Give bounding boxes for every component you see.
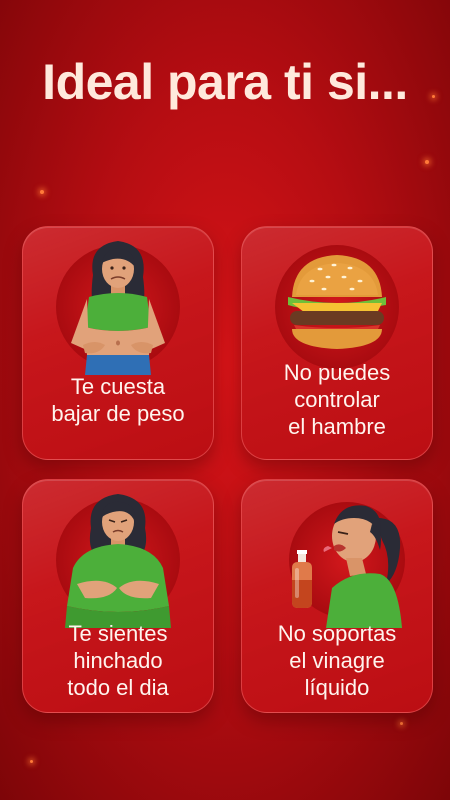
card-label-line: controlar xyxy=(294,387,380,412)
card-vinegar: No soportas el vinagre líquido xyxy=(241,479,433,713)
card-label-line: bajar de peso xyxy=(51,401,185,426)
card-label-line: el vinagre xyxy=(289,648,385,673)
woman-belly-icon xyxy=(56,241,180,375)
card-label: Te sientes hinchado todo el dia xyxy=(23,620,213,701)
card-label-line: No soportas xyxy=(277,621,397,646)
page-title: Ideal para ti si... xyxy=(0,52,450,112)
card-label: Te cuesta bajar de peso xyxy=(23,373,213,427)
vinegar-disgust-icon xyxy=(289,502,405,628)
spark xyxy=(30,760,33,763)
page-title-text: Ideal para ti si... xyxy=(42,54,408,110)
spark xyxy=(425,160,429,164)
spark xyxy=(400,722,403,725)
card-weight-loss: Te cuesta bajar de peso xyxy=(22,226,214,460)
card-label-line: hinchado xyxy=(73,648,163,673)
card-label: No puedes controlar el hambre xyxy=(242,359,432,440)
card-label-line: el hambre xyxy=(288,414,386,439)
spark xyxy=(40,190,44,194)
card-label: No soportas el vinagre líquido xyxy=(242,620,432,701)
card-hunger: No puedes controlar el hambre xyxy=(241,226,433,460)
card-label-line: Te cuesta xyxy=(70,374,166,399)
card-label-line: líquido xyxy=(304,675,370,700)
card-bloated: Te sientes hinchado todo el dia xyxy=(22,479,214,713)
card-label-line: No puedes xyxy=(283,360,391,385)
card-label-line: Te sientes xyxy=(68,621,168,646)
bloated-woman-icon xyxy=(56,494,180,628)
burger-icon xyxy=(275,245,399,369)
card-label-line: todo el dia xyxy=(67,675,169,700)
